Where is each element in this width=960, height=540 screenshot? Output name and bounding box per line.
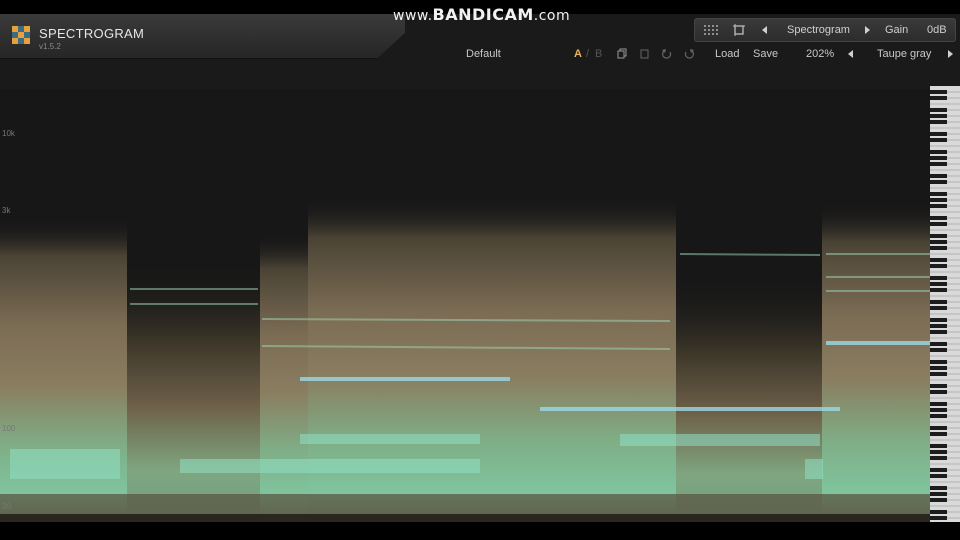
ab-separator: / bbox=[586, 48, 590, 60]
freq-tick-30: 30 bbox=[2, 502, 11, 511]
preset-name[interactable]: Default bbox=[466, 47, 501, 61]
app-title: SPECTROGRAM bbox=[39, 26, 145, 41]
save-button[interactable]: Save bbox=[753, 47, 778, 61]
spectrogram-display[interactable]: 10k 3k 100 30 bbox=[0, 89, 930, 522]
ab-b-button[interactable]: B bbox=[595, 47, 602, 61]
view-next-icon[interactable] bbox=[861, 19, 873, 41]
paste-icon[interactable] bbox=[639, 47, 651, 61]
resize-icon[interactable] bbox=[731, 19, 747, 41]
view-prev-icon[interactable] bbox=[759, 19, 771, 41]
piano-keyboard[interactable] bbox=[930, 86, 960, 522]
load-button[interactable]: Load bbox=[715, 47, 739, 61]
color-scheme-label[interactable]: Taupe gray bbox=[877, 47, 931, 61]
gain-value[interactable]: 0dB bbox=[927, 19, 947, 41]
grid-menu-icon[interactable] bbox=[699, 19, 723, 41]
view-mode-label[interactable]: Spectrogram bbox=[787, 19, 850, 41]
spectrogram-plugin-window: SPECTROGRAM v1.5.2 Spectrogram Gain 0dB … bbox=[0, 14, 960, 522]
logo-icon bbox=[12, 26, 30, 44]
undo-icon[interactable] bbox=[661, 47, 673, 61]
redo-icon[interactable] bbox=[683, 47, 695, 61]
freq-tick-100: 100 bbox=[2, 424, 16, 433]
freq-tick-10k: 10k bbox=[2, 129, 15, 138]
recorder-bottom-bar bbox=[0, 522, 960, 540]
top-controls-box: Spectrogram Gain 0dB bbox=[694, 18, 956, 42]
zoom-value[interactable]: 202% bbox=[806, 47, 834, 61]
color-scheme-prev-icon[interactable] bbox=[846, 47, 856, 61]
freq-tick-3k: 3k bbox=[2, 206, 11, 215]
ab-a-button[interactable]: A bbox=[574, 47, 582, 61]
bandicam-watermark: www.BANDICAM.com bbox=[393, 5, 571, 24]
copy-icon[interactable] bbox=[616, 47, 628, 61]
color-scheme-next-icon[interactable] bbox=[945, 47, 955, 61]
gain-label: Gain bbox=[885, 24, 909, 36]
app-version: v1.5.2 bbox=[39, 42, 61, 51]
